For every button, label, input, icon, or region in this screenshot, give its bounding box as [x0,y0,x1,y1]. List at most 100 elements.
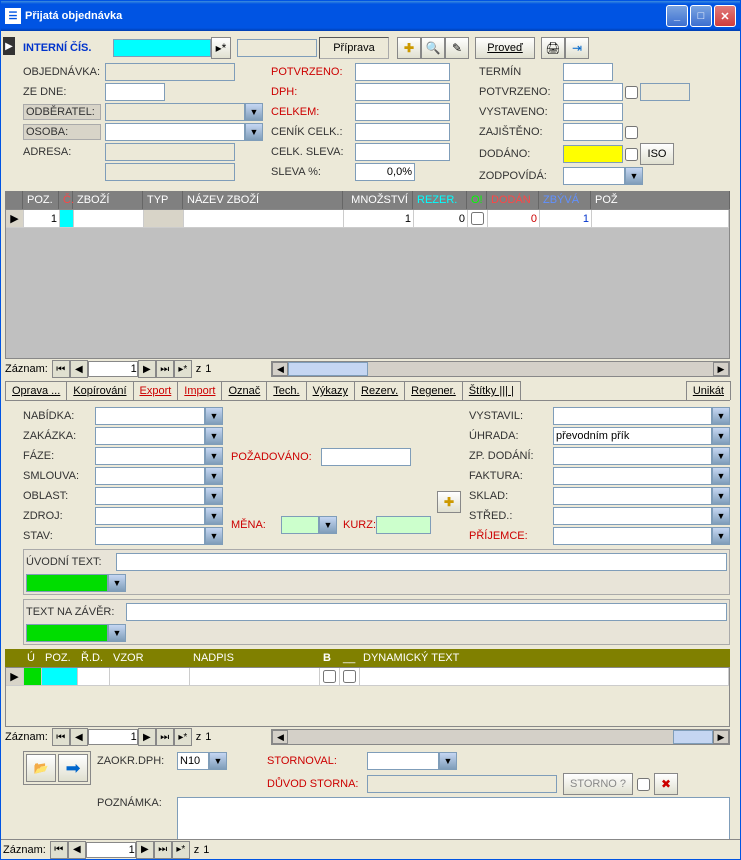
vystaveno-input[interactable] [563,103,623,121]
prijemce-dropdown-icon[interactable]: ▼ [712,527,730,545]
cell2-u-checkbox[interactable] [343,670,356,683]
odberatel-dropdown-icon[interactable]: ▼ [245,103,263,121]
plus-button[interactable]: ✚ [397,37,421,59]
minimize-button[interactable]: _ [666,5,688,27]
zaokr-input[interactable] [177,752,209,770]
ze-dne-input[interactable] [105,83,165,101]
vystavil-input[interactable] [553,407,712,425]
nav2-new-button[interactable]: ▸* [174,728,192,746]
cell2-b-checkbox[interactable] [323,670,336,683]
cenik-celk-input[interactable] [355,123,450,141]
cell2-rd[interactable] [78,668,110,686]
hscroll-right-icon[interactable]: ▶ [713,362,729,376]
close-button[interactable]: ✕ [714,5,736,27]
filter-icon-button[interactable]: 🔍 [421,37,445,59]
nav2-prev-button[interactable]: ◀ [70,728,88,746]
r-potvrzeno-checkbox[interactable] [625,86,638,99]
zp-dodani-input[interactable] [553,447,712,465]
nav-new-button[interactable]: ▸* [174,360,192,378]
kurz-input[interactable] [376,516,431,534]
hscroll-left-icon[interactable]: ◀ [272,362,288,376]
cell-zbyva[interactable]: 1 [540,210,592,228]
zajisteno-input[interactable] [563,123,623,141]
zodpovida-dropdown-icon[interactable]: ▼ [625,167,643,185]
dodano-input[interactable] [563,145,623,163]
nabidka-input[interactable] [95,407,205,425]
odberatel-label[interactable]: ODBĚRATEL: [23,104,101,120]
storno-button[interactable]: STORNO ? [563,773,633,795]
grid1-body[interactable]: ▶ 1 1 0 0 1 [5,209,730,359]
arrow-right-button[interactable]: ➡ [58,754,88,782]
celk-sleva-input[interactable] [355,143,450,161]
nav-last-button[interactable]: ⏭ [156,360,174,378]
cell-c[interactable] [60,210,74,228]
tab-kopirovani[interactable]: Kopírování [66,381,133,400]
grid1-hscroll[interactable]: ◀ ▶ [271,361,730,377]
cell-rezer[interactable]: 0 [414,210,468,228]
recnav-input[interactable] [88,361,138,377]
status-code-input[interactable] [237,39,317,57]
osoba-dropdown-icon[interactable]: ▼ [245,123,263,141]
oblast-input[interactable] [95,487,205,505]
cell2-poz[interactable] [42,668,78,686]
zdroj-dropdown-icon[interactable]: ▼ [205,507,223,525]
nav3-last-button[interactable]: ⏭ [154,841,172,859]
export-icon-button[interactable]: ⇥ [565,37,589,59]
interni-cis-star-button[interactable]: ▸* [211,37,231,59]
faktura-input[interactable] [553,467,712,485]
dodano-checkbox[interactable] [625,148,638,161]
nav-first-button[interactable]: ⏮ [52,360,70,378]
uvodni-text-input[interactable] [116,553,727,571]
tab-vykazy[interactable]: Výkazy [306,381,355,400]
nav2-next-button[interactable]: ▶ [138,728,156,746]
nav2-last-button[interactable]: ⏭ [156,728,174,746]
tab-oprava[interactable]: Oprava ... [5,381,67,400]
edit-icon-button[interactable]: ✎ [445,37,469,59]
stred-dropdown-icon[interactable]: ▼ [712,507,730,525]
print-icon-button[interactable]: 🖨 [541,37,565,59]
grid2-hscroll[interactable]: ◀ ▶ [271,729,730,745]
oblast-dropdown-icon[interactable]: ▼ [205,487,223,505]
table-row[interactable]: ▶ 1 1 0 0 1 [6,210,729,228]
nav3-next-button[interactable]: ▶ [136,841,154,859]
prijemce-input[interactable] [553,527,712,545]
record-selector-icon[interactable]: ▶ [3,37,15,55]
r-potvrzeno-extra-input[interactable] [640,83,690,101]
open-folder-button[interactable]: 📂 [26,754,56,782]
storno-checkbox[interactable] [637,778,650,791]
delete-button[interactable]: ✖ [654,773,678,795]
odberatel-input[interactable] [105,103,245,121]
tab-unikat[interactable]: Unikát [686,381,731,400]
tab-export[interactable]: Export [133,381,179,400]
cell-typ[interactable] [144,210,184,228]
mena-dropdown-icon[interactable]: ▼ [319,516,337,534]
nav-prev-button[interactable]: ◀ [70,360,88,378]
cell-poz[interactable]: 1 [24,210,60,228]
zaver-dropdown-icon[interactable]: ▼ [108,624,126,642]
zodpovida-input[interactable] [563,167,625,185]
zaokr-dropdown-icon[interactable]: ▼ [209,752,227,770]
recnav3-input[interactable] [86,842,136,858]
interni-cis-input[interactable] [113,39,211,57]
termin-input[interactable] [563,63,613,81]
stornoval-input[interactable] [367,752,439,770]
adresa-line1-input[interactable] [105,143,235,161]
zajisteno-checkbox[interactable] [625,126,638,139]
cell2-u[interactable] [24,668,42,686]
uhrada-input[interactable] [553,427,712,445]
stav-dropdown-icon[interactable]: ▼ [205,527,223,545]
stav-input[interactable] [95,527,205,545]
table-row[interactable]: ▶ [6,668,729,686]
cell2-nadpis[interactable] [190,668,320,686]
nav2-first-button[interactable]: ⏮ [52,728,70,746]
tab-stitky[interactable]: Štítky ||| | [462,381,521,400]
poznamka-textarea[interactable] [177,797,730,839]
cell-zbozi[interactable] [74,210,144,228]
nav3-prev-button[interactable]: ◀ [68,841,86,859]
osoba-input[interactable] [105,123,245,141]
iso-button[interactable]: ISO [640,143,674,165]
nav3-first-button[interactable]: ⏮ [50,841,68,859]
zakazka-dropdown-icon[interactable]: ▼ [205,427,223,445]
celkem-input[interactable] [355,103,450,121]
zaver-combo-input[interactable] [26,624,108,642]
